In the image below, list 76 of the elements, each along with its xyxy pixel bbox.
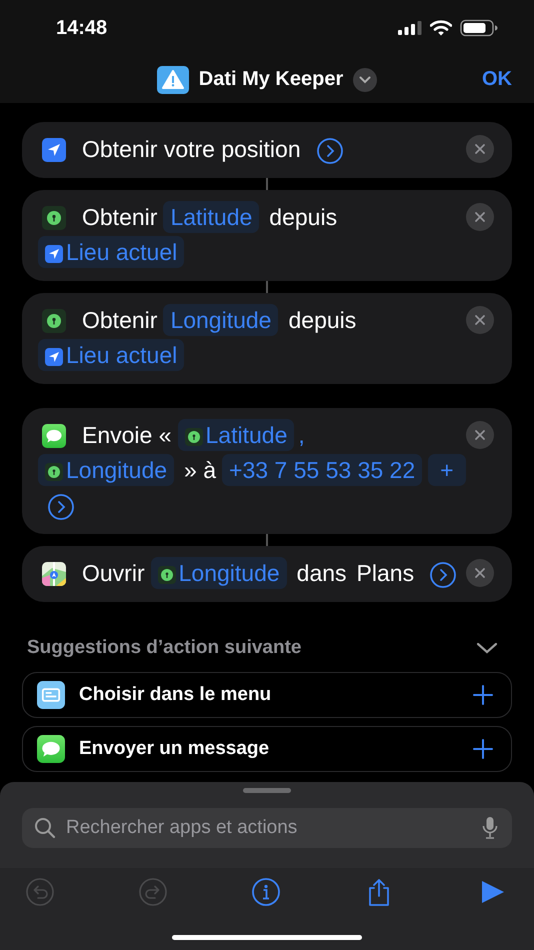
close-icon [474,143,486,155]
variable-token[interactable]: Longitude [150,557,287,589]
action-text: » à [184,457,216,483]
variable-token[interactable]: Latitude [163,201,260,233]
add-icon [473,739,493,759]
info-button[interactable] [252,878,280,906]
redo-icon [139,878,167,906]
add-recipient-button[interactable]: + [428,454,466,486]
action-card[interactable]: Obtenir Longitude depuis Lieu actuel [22,293,512,384]
variable-icon [184,428,203,446]
show-more-button[interactable] [48,494,74,520]
close-icon [474,429,486,441]
variable-token[interactable]: Longitude [38,454,174,486]
section-heading: Suggestions d’action suivante [27,637,302,659]
search-icon [34,817,56,839]
info-icon [252,878,280,906]
menu-list-icon [37,681,65,709]
remove-button[interactable] [466,135,494,163]
variable-icon [42,206,66,230]
variable-token[interactable]: Latitude [178,419,294,451]
action-text: depuis [269,204,338,230]
undo-icon [26,878,54,906]
action-card[interactable]: Ouvrir Longitude dans Plans [22,546,512,602]
action-text: Envoie « [82,422,172,448]
action-text: Ouvrir [82,560,145,586]
action-text: Obtenir [82,204,158,230]
remove-button[interactable] [466,559,494,587]
remove-button[interactable] [466,421,494,449]
add-icon [473,685,493,705]
action-text: Obtenir [82,307,158,333]
chat-bubble-icon [37,735,65,763]
show-more-button[interactable] [430,562,456,588]
action-text: dans [296,560,347,586]
comma-text: , [298,422,305,448]
shortcut-title: Dati My Keeper [198,68,344,91]
warning-icon [156,66,189,94]
variable-token[interactable]: Longitude [163,304,278,336]
action-card[interactable]: Envoie « Latitude , Longitude » à +33 7 55 53 35 22 + [22,408,512,534]
clock-time: 14:48 [56,16,108,40]
chevron-right-icon [430,562,456,588]
microphone-icon [482,816,498,840]
collapse-button[interactable] [476,642,498,654]
variable-icon [158,566,176,584]
search-field[interactable]: Rechercher apps et actions [22,808,512,848]
map-icon [42,562,66,586]
action-card[interactable]: Obtenir Latitude depuis Lieu actuel [22,190,512,281]
remove-button[interactable] [466,203,494,231]
chat-bubble-icon [42,424,66,448]
remove-button[interactable] [466,306,494,334]
suggestion-label: Choisir dans le menu [79,684,272,706]
action-text: Plans [356,560,414,586]
close-icon [474,211,486,223]
search-input[interactable]: Rechercher apps et actions [66,817,472,839]
show-more-button[interactable] [316,138,343,164]
suggestion-label: Envoyer un message [79,738,270,760]
variable-token[interactable]: +33 7 55 53 35 22 [222,454,422,486]
variable-token[interactable]: Lieu actuel [38,339,184,371]
variable-token[interactable]: Lieu actuel [38,236,184,268]
done-button[interactable]: OK [482,66,512,93]
wifi-icon [430,20,452,36]
action-text: depuis [288,307,356,333]
signal-icon [398,21,422,35]
chevron-down-icon [476,642,498,654]
close-icon [474,567,486,579]
suggestion-row[interactable]: Envoyer un message [22,726,512,772]
chevron-right-icon [48,494,74,520]
chevron-down-icon [359,76,372,84]
chevron-right-icon [316,138,343,164]
suggestion-row[interactable]: Choisir dans le menu [22,672,512,718]
action-card[interactable]: Obtenir votre position [22,122,512,178]
battery-icon [460,19,498,37]
title-menu-button[interactable] [353,68,378,92]
variable-icon [45,463,63,481]
action-text: Obtenir votre position [82,136,301,162]
close-icon [474,314,486,326]
variable-icon [42,309,66,333]
